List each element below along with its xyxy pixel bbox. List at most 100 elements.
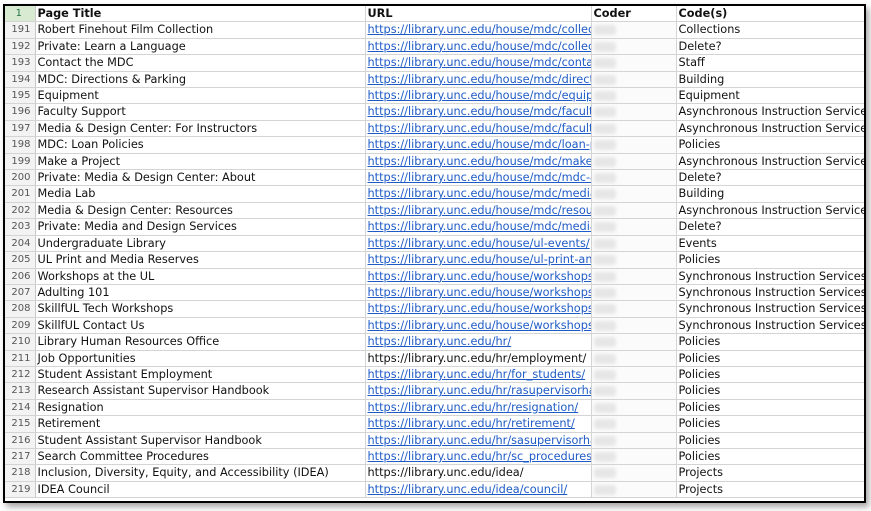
row-number[interactable]: 207	[5, 284, 36, 302]
row-number[interactable]: 1	[5, 6, 36, 23]
table-row[interactable]: 197 Media & Design Center: For Instructor…	[5, 120, 864, 138]
row-number[interactable]: 194	[5, 71, 36, 89]
cell-codes[interactable]: Asynchronous Instruction Services	[676, 202, 864, 220]
url-link[interactable]: https://library.unc.edu/house/ul-events/	[368, 237, 590, 250]
cell-coder-redacted[interactable]	[591, 120, 677, 138]
cell-codes[interactable]: Policies	[676, 448, 864, 466]
cell-url[interactable]: https://library.unc.edu/house/ul-print-a…	[365, 251, 592, 269]
cell-codes[interactable]: Synchronous Instruction Services	[676, 300, 864, 318]
url-link[interactable]: https://library.unc.edu/house/mdc/resour…	[368, 204, 591, 217]
cell-url[interactable]: https://library.unc.edu/house/mdc/media-…	[365, 185, 592, 203]
row-number[interactable]: 209	[5, 317, 36, 335]
row-number[interactable]: 199	[5, 153, 36, 171]
cell-url[interactable]: https://library.unc.edu/house/mdc/media-…	[365, 218, 592, 236]
cell-codes[interactable]: Policies	[676, 415, 864, 433]
url-link[interactable]: https://library.unc.edu/house/workshops/	[368, 270, 591, 283]
row-number[interactable]: 191	[5, 21, 36, 39]
cell-page-title[interactable]: Student Assistant Employment	[35, 366, 366, 384]
row-number[interactable]: 192	[5, 38, 36, 56]
table-row[interactable]: 196 Faculty Support https://library.unc.ed…	[5, 103, 864, 121]
cell-codes[interactable]: Projects	[676, 464, 864, 482]
cell-coder-redacted[interactable]	[591, 284, 677, 302]
url-link[interactable]: https://library.unc.edu/hr/	[368, 335, 512, 348]
url-link[interactable]: https://library.unc.edu/house/mdc/mdc-ab…	[368, 171, 591, 184]
cell-codes[interactable]: Asynchronous Instruction Services	[676, 153, 864, 171]
cell-coder-redacted[interactable]	[591, 366, 677, 384]
header-codes[interactable]: Code(s)	[676, 6, 864, 23]
cell-codes[interactable]: Policies	[676, 382, 864, 400]
cell-codes[interactable]: Synchronous Instruction Services	[676, 317, 864, 335]
url-link[interactable]: https://library.unc.edu/hr/rasupervisorh…	[368, 384, 591, 397]
url-link[interactable]: https://library.unc.edu/house/workshops/…	[368, 302, 591, 315]
cell-codes[interactable]: Staff	[676, 54, 864, 72]
cell-page-title[interactable]: Media & Design Center: For Instructors	[35, 120, 366, 138]
cell-url[interactable]: https://library.unc.edu/house/workshops/…	[365, 317, 592, 335]
cell-url[interactable]: https://library.unc.edu/house/ul-events/	[365, 235, 592, 253]
cell-codes[interactable]: Policies	[676, 399, 864, 417]
cell-page-title[interactable]: Retirement	[35, 415, 366, 433]
row-number[interactable]: 206	[5, 268, 36, 285]
row-number[interactable]: 214	[5, 399, 36, 417]
cell-codes[interactable]: Synchronous Instruction Services	[676, 284, 864, 302]
url-link[interactable]: https://library.unc.edu/house/mdc/collec…	[368, 40, 591, 53]
url-link[interactable]: https://library.unc.edu/hr/retirement/	[368, 417, 575, 430]
table-row[interactable]: 217 Search Committee Procedures https://li…	[5, 448, 864, 466]
table-row[interactable]: 213 Research Assistant Supervisor Handboo…	[5, 382, 864, 400]
row-number[interactable]: 196	[5, 103, 36, 121]
cell-page-title[interactable]: Robert Finehout Film Collection	[35, 21, 366, 39]
table-row[interactable]: 200 Private: Media & Design Center: About…	[5, 169, 864, 187]
cell-url[interactable]: https://library.unc.edu/house/mdc/equipm…	[365, 87, 592, 105]
cell-coder-redacted[interactable]	[591, 169, 677, 187]
table-row[interactable]: 219 IDEA Council https://library.unc.edu/i…	[5, 481, 864, 499]
cell-page-title[interactable]: Make a Project	[35, 153, 366, 171]
url-link[interactable]: https://library.unc.edu/house/mdc/facult…	[368, 122, 591, 135]
cell-url[interactable]: https://library.unc.edu/house/mdc/direct…	[365, 71, 592, 89]
header-row[interactable]: 1 Page Title URL Coder Code(s)	[5, 6, 864, 23]
cell-page-title[interactable]: Equipment	[35, 87, 366, 105]
row-number[interactable]: 200	[5, 169, 36, 187]
cell-url[interactable]: https://library.unc.edu/hr/retirement/	[365, 415, 592, 433]
cell-codes[interactable]: Policies	[676, 366, 864, 384]
row-number[interactable]: 195	[5, 87, 36, 105]
cell-url[interactable]: https://library.unc.edu/hr/employment/	[365, 350, 592, 367]
cell-codes[interactable]: Policies	[676, 251, 864, 269]
cell-coder-redacted[interactable]	[591, 54, 677, 72]
cell-url[interactable]: https://library.unc.edu/house/workshops/…	[365, 284, 592, 302]
cell-coder-redacted[interactable]	[591, 481, 677, 499]
table-row[interactable]: 202 Media & Design Center: Resources https…	[5, 202, 864, 220]
row-number[interactable]: 218	[5, 464, 36, 482]
cell-url[interactable]: https://library.unc.edu/house/workshops/	[365, 268, 592, 285]
cell-url[interactable]: https://library.unc.edu/hr/resignation/	[365, 399, 592, 417]
cell-url[interactable]: https://library.unc.edu/idea/council/	[365, 481, 592, 499]
cell-coder-redacted[interactable]	[591, 185, 677, 203]
cell-url[interactable]: https://library.unc.edu/house/mdc/resour…	[365, 202, 592, 220]
table-row[interactable]: 214 Resignation https://library.unc.edu/hr…	[5, 399, 864, 417]
cell-codes[interactable]: Policies	[676, 432, 864, 449]
table-row[interactable]: 218 Inclusion, Diversity, Equity, and Acc…	[5, 464, 864, 482]
cell-page-title[interactable]: Media & Design Center: Resources	[35, 202, 366, 220]
cell-page-title[interactable]: Private: Learn a Language	[35, 38, 366, 56]
cell-url[interactable]: https://library.unc.edu/house/mdc/loan-p…	[365, 136, 592, 154]
cell-url[interactable]: https://library.unc.edu/hr/	[365, 333, 592, 351]
cell-coder-redacted[interactable]	[591, 251, 677, 269]
cell-codes[interactable]: Delete?	[676, 169, 864, 187]
cell-codes[interactable]: Equipment	[676, 87, 864, 105]
row-number[interactable]: 202	[5, 202, 36, 220]
cell-page-title[interactable]: Adulting 101	[35, 284, 366, 302]
cell-coder-redacted[interactable]	[591, 432, 677, 449]
cell-coder-redacted[interactable]	[591, 71, 677, 89]
cell-page-title[interactable]: Faculty Support	[35, 103, 366, 121]
table-row[interactable]: 216 Student Assistant Supervisor Handbook…	[5, 432, 864, 449]
row-number[interactable]: 216	[5, 432, 36, 449]
cell-url[interactable]: https://library.unc.edu/house/mdc/mdc-ab…	[365, 169, 592, 187]
table-row[interactable]: 215 Retirement https://library.unc.edu/hr/…	[5, 415, 864, 433]
cell-url[interactable]: https://library.unc.edu/hr/rasupervisorh…	[365, 382, 592, 400]
table-row[interactable]: 211 Job Opportunities https://library.unc.…	[5, 350, 864, 367]
url-link[interactable]: https://library.unc.edu/house/mdc/facult…	[368, 105, 591, 118]
table-row[interactable]: 192 Private: Learn a Language https://libr…	[5, 38, 864, 56]
cell-coder-redacted[interactable]	[591, 136, 677, 154]
cell-codes[interactable]: Building	[676, 185, 864, 203]
row-number[interactable]: 213	[5, 382, 36, 400]
cell-page-title[interactable]: UL Print and Media Reserves	[35, 251, 366, 269]
cell-codes[interactable]: Policies	[676, 136, 864, 154]
